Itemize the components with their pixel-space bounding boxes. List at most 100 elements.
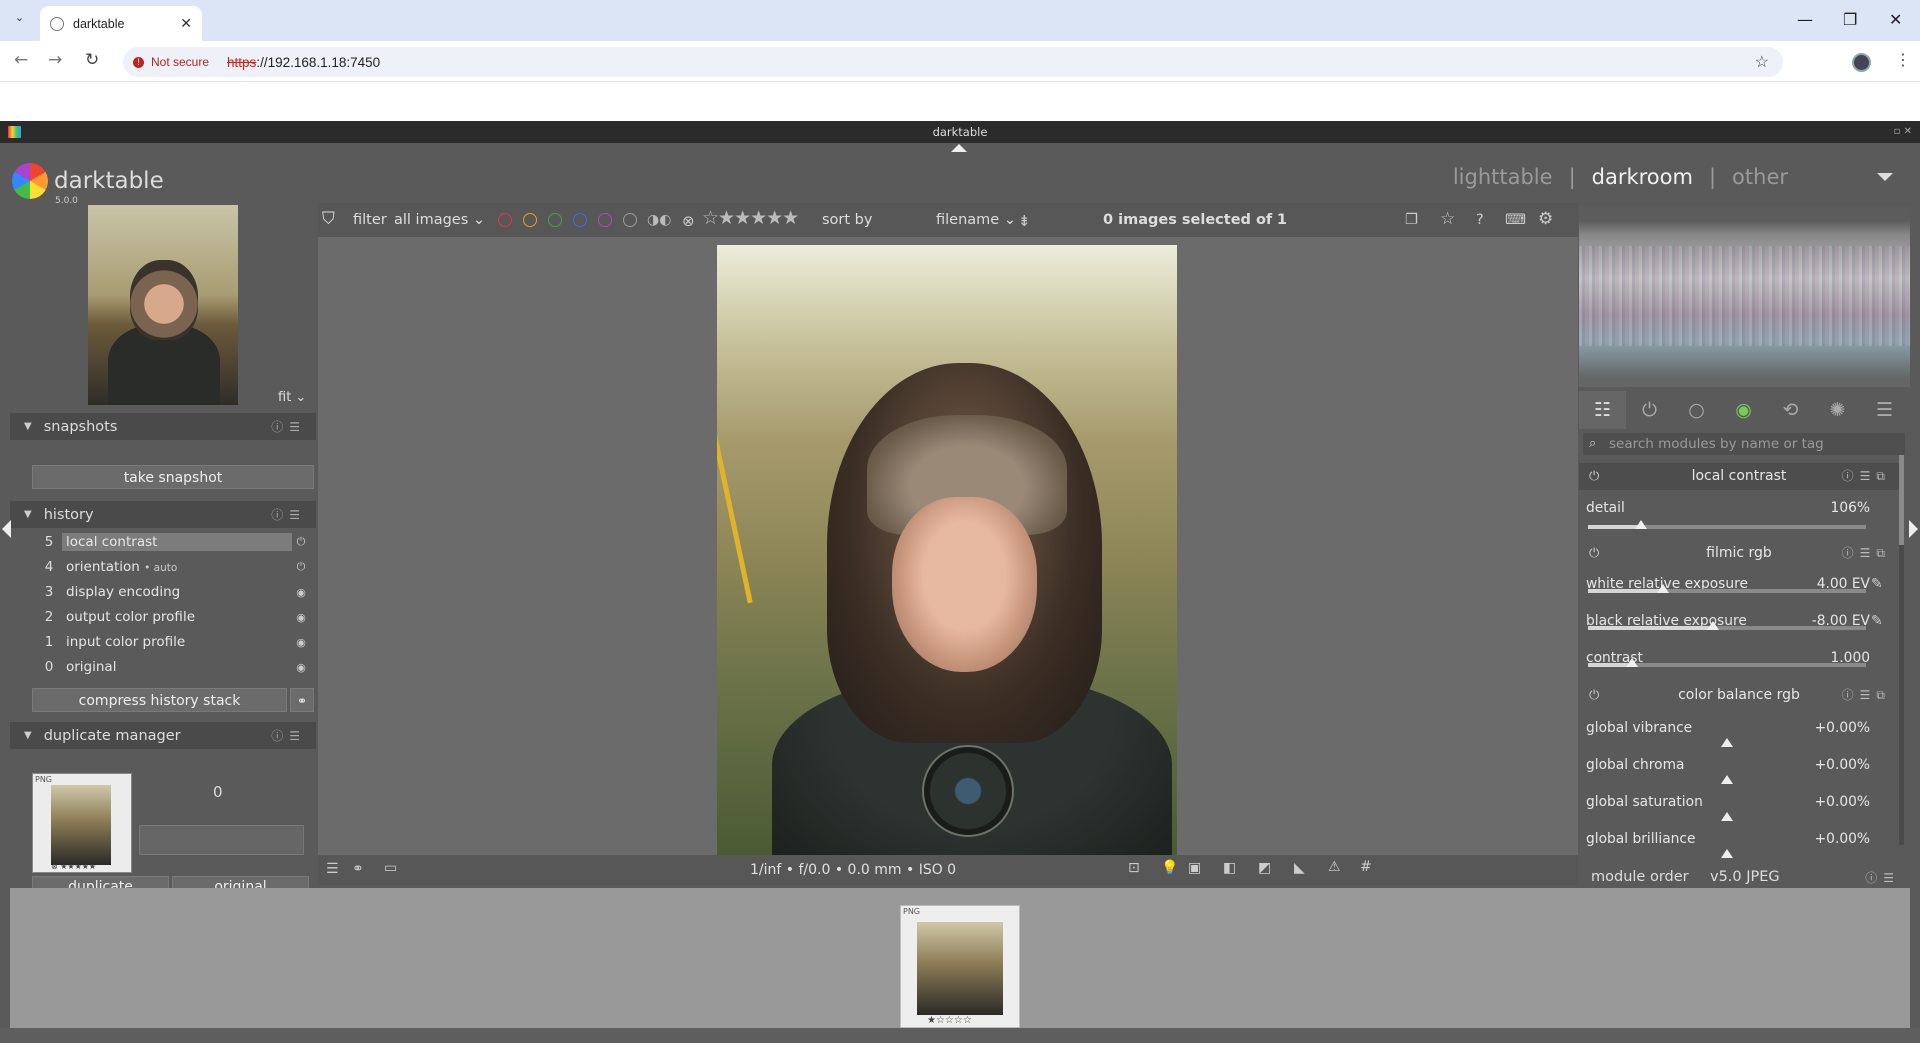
color-label-yellow[interactable] [523, 213, 537, 227]
take-snapshot-button[interactable]: take snapshot [32, 465, 314, 489]
preferences-gear-icon[interactable]: ⚙ [1538, 209, 1553, 229]
profile-avatar[interactable] [1852, 53, 1871, 72]
color-label-green[interactable] [548, 213, 562, 227]
collapse-top-arrow-icon[interactable] [951, 144, 967, 152]
reload-icon[interactable]: ↻ [85, 50, 99, 70]
bookmark-star-icon[interactable]: ☆ [1755, 52, 1769, 72]
close-window-icon[interactable]: ✕ [1889, 10, 1902, 29]
scrollbar-thumb[interactable] [1899, 455, 1904, 545]
help-icon[interactable]: ? [1476, 212, 1484, 228]
detail-slider[interactable] [1588, 525, 1866, 529]
color-op-icon[interactable]: ◑◐ [647, 212, 671, 228]
white-exposure-slider[interactable] [1588, 589, 1866, 593]
history-item[interactable]: 2 output color profile ◉ [40, 607, 310, 627]
filmic-rgb-header[interactable]: ⏻ filmic rgb ⓘ☰⧉ [1579, 540, 1899, 567]
color-label-blue[interactable] [573, 213, 587, 227]
focus-peaking-icon[interactable]: ⊡ [1128, 860, 1140, 876]
global-brilliance-label[interactable]: global brilliance +0.00% [1586, 831, 1870, 847]
slider-handle[interactable] [1626, 658, 1639, 667]
black-exposure-slider[interactable] [1588, 626, 1866, 630]
back-icon[interactable]: ← [14, 50, 28, 70]
module-header-icons[interactable]: ⓘ☰ [271, 727, 306, 744]
history-item[interactable]: 3 display encoding ◉ [40, 582, 310, 602]
module-power-icon[interactable]: ⏻ [1589, 540, 1599, 567]
effect-group-icon[interactable]: ✺ [1814, 399, 1861, 421]
power-group-icon[interactable]: ⏻ [1626, 399, 1673, 421]
module-power-icon[interactable]: ⏻ [1589, 463, 1599, 490]
overlays-star-icon[interactable]: ☆ [1440, 209, 1455, 229]
module-order-icons[interactable]: ⓘ☰ [1865, 869, 1900, 886]
duplicate-thumbnail[interactable]: PNG ⊗ ★★★★★ [32, 773, 132, 873]
clipping-icon[interactable]: ◧ [1223, 860, 1236, 876]
browser-tab[interactable]: darktable ✕ [40, 6, 202, 41]
history-header[interactable]: ▼ history ⓘ☰ [10, 501, 316, 528]
global-vibrance-label[interactable]: global vibrance +0.00% [1586, 720, 1870, 736]
url-text[interactable]: https://192.168.1.18:7450 [227, 55, 380, 70]
global-chroma-label[interactable]: global chroma +0.00% [1586, 757, 1870, 773]
navigation-thumbnail[interactable] [88, 205, 238, 405]
module-power-icon[interactable]: ⏻ [1589, 682, 1599, 709]
color-label-gray[interactable] [623, 213, 637, 227]
module-header-icons[interactable]: ⓘ☰ [271, 506, 306, 523]
slider-handle[interactable] [1707, 621, 1720, 630]
slider-handle[interactable] [1721, 738, 1733, 747]
color-picker-icon[interactable]: ✎ [1871, 613, 1883, 629]
grouping-icon[interactable]: ❐ [1405, 212, 1418, 228]
address-bar[interactable]: ! Not secure https://192.168.1.18:7450 ☆ [123, 47, 1783, 77]
rating-stars[interactable]: ⊗ ★★★★★ [51, 862, 96, 871]
styles-icon[interactable]: ⚭ [352, 861, 364, 877]
color-group-icon[interactable]: ◉ [1720, 399, 1767, 421]
module-header-icons[interactable]: ⓘ☰⧉ [1842, 463, 1891, 490]
correct-group-icon[interactable]: ⟲ [1767, 399, 1814, 421]
restore-icon[interactable]: ❐ [1843, 10, 1857, 29]
sort-order-icon[interactable]: ⇟ [1018, 212, 1031, 230]
forward-icon[interactable]: → [48, 50, 62, 70]
close-tab-icon[interactable]: ✕ [180, 15, 192, 32]
view-dropdown-icon[interactable] [1877, 173, 1893, 181]
security-chip[interactable]: ! Not secure [133, 55, 209, 69]
quick-access-icon[interactable]: ☰ [326, 861, 339, 877]
collapse-right-arrow-icon[interactable] [1909, 520, 1918, 538]
rating-stars[interactable]: ★☆☆☆☆ [927, 1015, 972, 1026]
slider-handle[interactable] [1657, 584, 1670, 593]
filter-funnel-icon[interactable]: ⛉ [322, 209, 335, 229]
slider-handle[interactable] [1634, 520, 1647, 529]
local-contrast-header[interactable]: ⏻ local contrast ⓘ☰⧉ [1579, 463, 1899, 490]
reject-filter-icon[interactable]: ⊗ [682, 212, 695, 230]
history-item[interactable]: 0 original ◉ [40, 657, 310, 677]
color-picker-icon[interactable]: ✎ [1871, 576, 1883, 592]
history-item[interactable]: 4 orientation • auto ⏻ [40, 557, 310, 577]
edited-photo[interactable] [717, 245, 1177, 857]
darkroom-canvas[interactable] [318, 237, 1578, 857]
module-header-icons[interactable]: ⓘ☰⧉ [1842, 682, 1891, 709]
duplicate-manager-header[interactable]: ▼ duplicate manager ⓘ☰ [10, 722, 316, 749]
view-darkroom[interactable]: darkroom [1592, 165, 1693, 189]
histogram[interactable] [1579, 206, 1910, 387]
presets-menu-icon[interactable]: ☰ [1861, 399, 1908, 421]
view-lighttable[interactable]: lighttable [1453, 165, 1553, 189]
module-order-value[interactable]: v5.0 JPEG [1710, 869, 1780, 885]
gamut-check-icon[interactable]: ◣ [1294, 860, 1305, 876]
shortcuts-keyboard-icon[interactable]: ⌨ [1505, 212, 1526, 228]
color-label-purple[interactable] [598, 213, 612, 227]
browser-menu-icon[interactable]: ⋮ [1895, 50, 1911, 69]
filmstrip-thumbnail[interactable]: PNG ★☆☆☆☆ [900, 905, 1020, 1028]
warning-triangle-icon[interactable]: ⚠ [1328, 859, 1341, 875]
guides-grid-icon[interactable]: # [1360, 859, 1372, 875]
collapse-left-arrow-icon[interactable] [2, 520, 11, 538]
global-saturation-label[interactable]: global saturation +0.00% [1586, 794, 1870, 810]
module-panel-scrollbar[interactable] [1899, 455, 1904, 845]
snapshots-header[interactable]: ▼ snapshots ⓘ☰ [10, 413, 316, 440]
active-modules-tab-icon[interactable]: ☷ [1579, 391, 1626, 429]
filter-select[interactable]: all images ⌄ [394, 212, 485, 228]
module-header-icons[interactable]: ⓘ☰⧉ [1842, 540, 1891, 567]
color-label-red[interactable] [498, 213, 512, 227]
zoom-select[interactable]: fit ⌄ [278, 390, 306, 405]
create-style-icon[interactable]: ⚭ [290, 688, 314, 712]
history-item[interactable]: 5 local contrast ⏻ [40, 532, 310, 552]
base-group-icon[interactable]: ○ [1673, 399, 1720, 421]
view-other[interactable]: other [1732, 165, 1788, 189]
module-search-input[interactable]: ⌕ search modules by name or tag [1583, 433, 1905, 455]
raw-overexposed-icon[interactable]: ▣ [1188, 860, 1201, 876]
color-assessment-icon[interactable]: 💡 [1161, 860, 1178, 876]
